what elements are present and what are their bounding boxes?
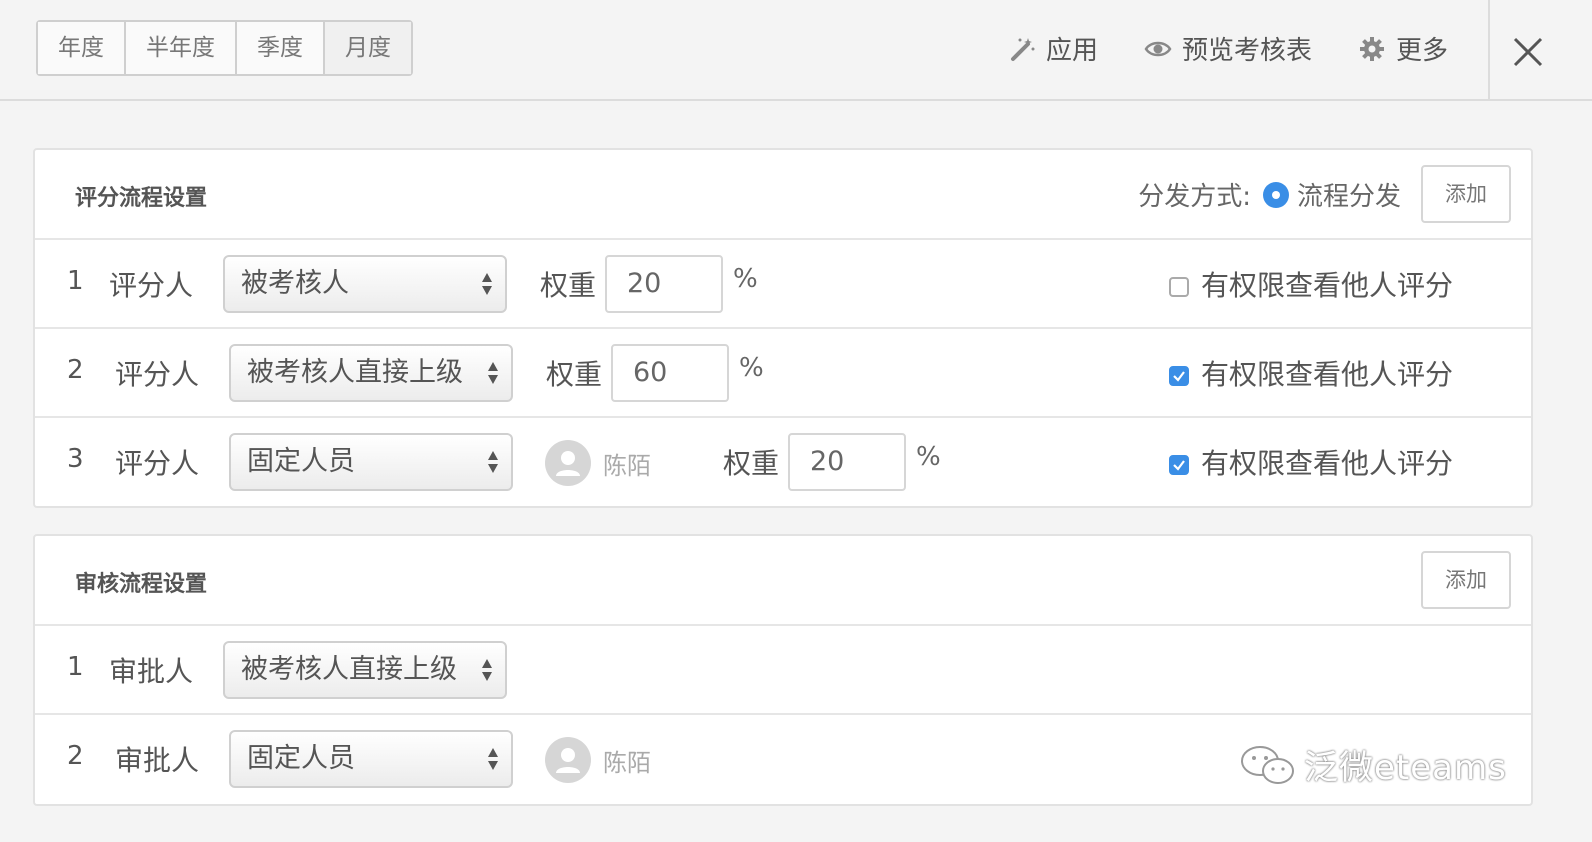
permission-checkbox[interactable] bbox=[1169, 366, 1189, 386]
row-role: 评分人 bbox=[115, 447, 200, 480]
scoring-panel-header: 评分流程设置 分发方式: 流程分发 添加 bbox=[35, 150, 1531, 240]
weight-label: 权重 bbox=[546, 358, 603, 391]
scorer-row: 2 评分人 被考核人直接上级 权重 60 % 有权限查看他人评分 bbox=[35, 329, 1531, 418]
apply-label: 应用 bbox=[1046, 36, 1099, 66]
distribution-radio[interactable] bbox=[1262, 181, 1289, 208]
percent-sign: % bbox=[916, 442, 941, 472]
person-name: 陈陌 bbox=[603, 451, 651, 480]
scorer-select[interactable]: 被考核人直接上级 bbox=[229, 344, 513, 402]
close-icon[interactable] bbox=[1510, 34, 1546, 70]
distribution-label: 分发方式: bbox=[1138, 182, 1251, 212]
row-index: 3 bbox=[67, 444, 84, 474]
tab-half-year[interactable]: 半年度 bbox=[126, 22, 237, 74]
scoring-panel-title: 评分流程设置 bbox=[75, 186, 208, 211]
more-label: 更多 bbox=[1396, 36, 1449, 66]
top-toolbar: 年度 半年度 季度 月度 应用 预览考核表 更多 bbox=[0, 0, 1592, 101]
review-panel-title: 审核流程设置 bbox=[75, 572, 208, 597]
assigned-person[interactable]: 陈陌 bbox=[545, 737, 651, 783]
scorer-row: 3 评分人 固定人员 陈陌 权重 20 % 有权限查看他人评分 bbox=[35, 418, 1531, 505]
select-arrows-icon bbox=[488, 451, 498, 473]
wechat-icon bbox=[1241, 745, 1294, 784]
toolbar-divider bbox=[1488, 0, 1490, 99]
select-arrows-icon bbox=[488, 362, 498, 384]
avatar bbox=[545, 737, 591, 783]
row-role: 评分人 bbox=[115, 358, 200, 391]
assigned-person[interactable]: 陈陌 bbox=[545, 440, 651, 486]
tab-quarter[interactable]: 季度 bbox=[237, 22, 325, 74]
select-value: 固定人员 bbox=[247, 743, 355, 774]
permission-checkbox[interactable] bbox=[1169, 277, 1189, 297]
row-index: 1 bbox=[67, 266, 84, 296]
preview-label: 预览考核表 bbox=[1182, 36, 1313, 66]
weight-label: 权重 bbox=[540, 269, 597, 302]
distribution-method: 分发方式: 流程分发 bbox=[1138, 176, 1401, 213]
scorer-row: 1 评分人 被考核人 权重 20 % 有权限查看他人评分 bbox=[35, 240, 1531, 329]
select-value: 被考核人直接上级 bbox=[247, 357, 463, 388]
toolbar-actions: 应用 预览考核表 更多 bbox=[1008, 30, 1494, 67]
user-icon bbox=[556, 451, 580, 476]
distribution-value: 流程分发 bbox=[1296, 182, 1401, 212]
percent-sign: % bbox=[739, 353, 764, 383]
tab-year[interactable]: 年度 bbox=[38, 22, 126, 74]
preview-button[interactable]: 预览考核表 bbox=[1144, 30, 1312, 67]
checkmark-icon bbox=[1173, 460, 1185, 471]
row-index: 2 bbox=[67, 355, 84, 385]
person-name: 陈陌 bbox=[603, 748, 651, 777]
select-arrows-icon bbox=[482, 659, 492, 681]
weight-input[interactable]: 20 bbox=[788, 433, 906, 491]
watermark: 泛微eteams bbox=[1238, 740, 1507, 789]
row-role: 审批人 bbox=[115, 744, 200, 777]
select-value: 被考核人直接上级 bbox=[241, 654, 457, 685]
weight-input[interactable]: 60 bbox=[611, 344, 729, 402]
row-role: 审批人 bbox=[109, 655, 194, 688]
row-index: 2 bbox=[67, 741, 84, 771]
view-permission: 有权限查看他人评分 bbox=[1169, 264, 1453, 304]
permission-label: 有权限查看他人评分 bbox=[1201, 269, 1454, 302]
permission-label: 有权限查看他人评分 bbox=[1201, 358, 1454, 391]
add-scorer-button[interactable]: 添加 bbox=[1421, 165, 1511, 223]
apply-button[interactable]: 应用 bbox=[1008, 30, 1098, 67]
permission-checkbox[interactable] bbox=[1169, 455, 1189, 475]
select-arrows-icon bbox=[488, 748, 498, 770]
weight-label: 权重 bbox=[723, 447, 780, 480]
view-permission: 有权限查看他人评分 bbox=[1169, 442, 1453, 482]
more-button[interactable]: 更多 bbox=[1358, 30, 1448, 67]
approver-select[interactable]: 被考核人直接上级 bbox=[223, 641, 507, 699]
permission-label: 有权限查看他人评分 bbox=[1201, 447, 1454, 480]
period-tab-group: 年度 半年度 季度 月度 bbox=[36, 20, 413, 76]
row-index: 1 bbox=[67, 652, 84, 682]
row-role: 评分人 bbox=[109, 269, 194, 302]
checkmark-icon bbox=[1173, 371, 1185, 382]
percent-sign: % bbox=[733, 264, 758, 294]
approver-row: 1 审批人 被考核人直接上级 bbox=[35, 626, 1531, 715]
select-value: 被考核人 bbox=[241, 268, 349, 299]
watermark-text: 泛微eteams bbox=[1304, 748, 1507, 788]
gear-icon bbox=[1360, 36, 1385, 61]
magic-wand-icon bbox=[1011, 37, 1035, 61]
add-approver-button[interactable]: 添加 bbox=[1421, 551, 1511, 609]
approver-select[interactable]: 固定人员 bbox=[229, 730, 513, 788]
select-arrows-icon bbox=[482, 273, 492, 295]
select-value: 固定人员 bbox=[247, 446, 355, 477]
view-permission: 有权限查看他人评分 bbox=[1169, 353, 1453, 393]
scorer-select[interactable]: 固定人员 bbox=[229, 433, 513, 491]
scoring-process-panel: 评分流程设置 分发方式: 流程分发 添加 1 评分人 被考核人 权重 20 % … bbox=[33, 148, 1533, 508]
weight-input[interactable]: 20 bbox=[605, 255, 723, 313]
scorer-select[interactable]: 被考核人 bbox=[223, 255, 507, 313]
eye-icon bbox=[1144, 41, 1172, 56]
user-icon bbox=[556, 748, 580, 773]
avatar bbox=[545, 440, 591, 486]
tab-month[interactable]: 月度 bbox=[325, 22, 411, 74]
review-panel-header: 审核流程设置 添加 bbox=[35, 536, 1531, 626]
